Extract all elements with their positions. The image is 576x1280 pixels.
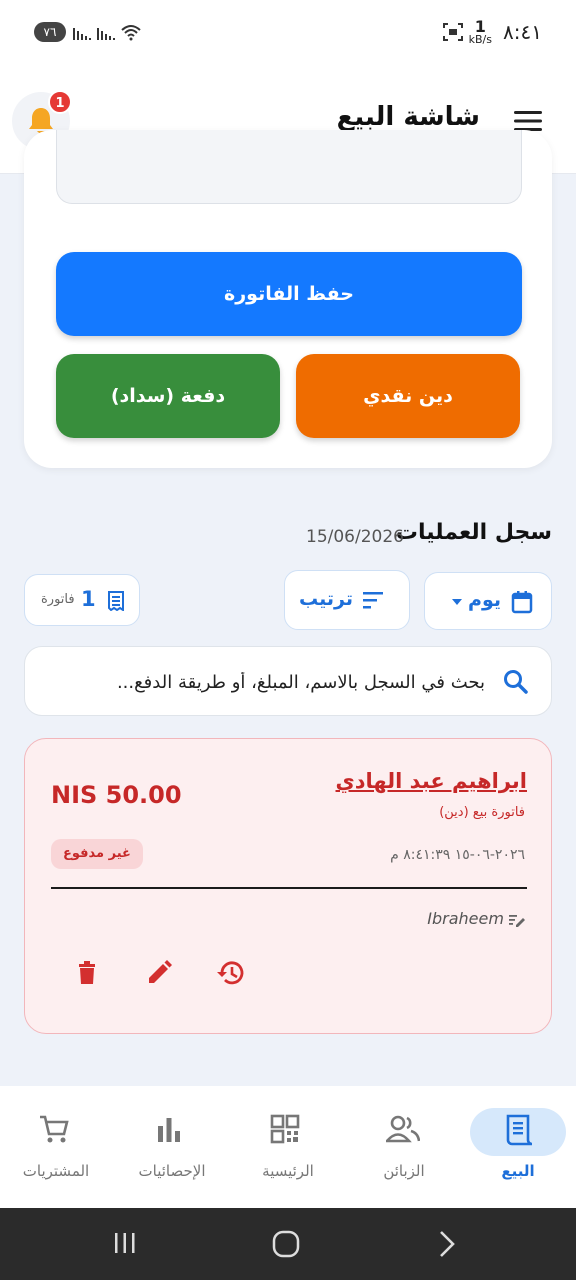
log-title: سجل العمليات	[395, 520, 552, 545]
signal-icon-2	[97, 28, 115, 40]
payment-button[interactable]: دفعة (سداد)	[56, 354, 280, 438]
status-bar: ٧٦ 1 kB/s ٨:٤١	[0, 0, 576, 66]
cash-debt-button[interactable]: دين نقدي	[296, 354, 520, 438]
receipt-icon	[108, 591, 124, 611]
status-badge: غير مدفوع	[51, 839, 143, 869]
nav-label-stats: الإحصائيات	[138, 1162, 206, 1180]
sort-label: ترتيب	[299, 588, 353, 610]
nav-label-customers: الزبائن	[383, 1162, 425, 1180]
day-filter-label: يوم	[468, 589, 501, 611]
nav-label-purchases: المشتريات	[22, 1162, 90, 1180]
nav-item-sales[interactable]: البيع	[470, 1104, 574, 1194]
dropdown-arrow-icon	[452, 599, 462, 605]
recent-apps-icon[interactable]	[112, 1230, 138, 1256]
people-icon	[386, 1115, 420, 1143]
day-filter-chip[interactable]: يوم	[424, 572, 552, 630]
home-icon[interactable]	[272, 1230, 300, 1258]
clock: ٨:٤١	[503, 20, 542, 44]
invoice-card[interactable]: ابراهيم عبد الهادي فاتورة بيع (دين) ٢٠٢٦…	[24, 738, 552, 1034]
nav-label-home: الرئيسية	[262, 1162, 314, 1180]
receipt-icon	[506, 1114, 533, 1146]
invoice-count-chip[interactable]: 1 فاتورة	[24, 574, 140, 626]
screenshot-icon	[443, 23, 463, 41]
search-icon[interactable]	[503, 669, 529, 695]
invoice-amount: NIS 50.00	[51, 781, 182, 809]
invoice-user: Ibraheem	[427, 909, 525, 928]
invoice-count: 1	[81, 587, 96, 611]
search-input[interactable]	[65, 663, 485, 701]
nav-item-customers[interactable]: الزبائن	[352, 1104, 456, 1194]
system-navigation-bar	[0, 1208, 576, 1280]
nav-label-sales: البيع	[501, 1162, 535, 1180]
network-speed: 1 kB/s	[468, 17, 492, 46]
signal-icon	[73, 28, 91, 40]
edit-note-icon	[509, 914, 525, 927]
history-icon[interactable]	[213, 955, 249, 991]
battery-indicator: ٧٦	[34, 22, 66, 42]
invoice-actions-card: حفظ الفاتورة دين نقدي دفعة (سداد)	[24, 130, 552, 468]
input-field-partial[interactable]	[56, 130, 522, 204]
menu-icon[interactable]	[514, 110, 542, 132]
wifi-icon	[121, 25, 141, 41]
nav-item-stats[interactable]: الإحصائيات	[120, 1104, 224, 1194]
invoice-datetime: ٢٠٢٦-٠٦-١٥ ٨:٤١:٣٩ م	[390, 847, 525, 863]
divider	[51, 887, 527, 889]
notification-badge: 1	[48, 90, 72, 114]
invoice-type: فاتورة بيع (دين)	[439, 805, 525, 820]
nav-item-home[interactable]: الرئيسية	[236, 1104, 340, 1194]
log-date: 15/06/2026	[306, 527, 404, 547]
bottom-navigation: البيع الزبائن الرئيسية الإحصائيات المشتر…	[0, 1086, 576, 1208]
page-title: شاشة البيع	[336, 102, 480, 132]
calendar-icon	[511, 591, 533, 614]
user-name: Ibraheem	[427, 909, 504, 928]
dashboard-icon	[270, 1114, 300, 1144]
back-icon[interactable]	[436, 1230, 458, 1258]
sort-chip[interactable]: ترتيب	[284, 570, 410, 630]
customer-name[interactable]: ابراهيم عبد الهادي	[336, 769, 527, 793]
sort-icon	[363, 592, 383, 609]
edit-icon[interactable]	[141, 955, 177, 991]
invoice-count-label: فاتورة	[41, 592, 75, 607]
delete-icon[interactable]	[69, 955, 105, 991]
cart-icon	[40, 1115, 69, 1143]
save-invoice-button[interactable]: حفظ الفاتورة	[56, 252, 522, 336]
bar-chart-icon	[158, 1118, 180, 1142]
nav-item-purchases[interactable]: المشتريات	[4, 1104, 108, 1194]
search-bar	[24, 646, 552, 716]
